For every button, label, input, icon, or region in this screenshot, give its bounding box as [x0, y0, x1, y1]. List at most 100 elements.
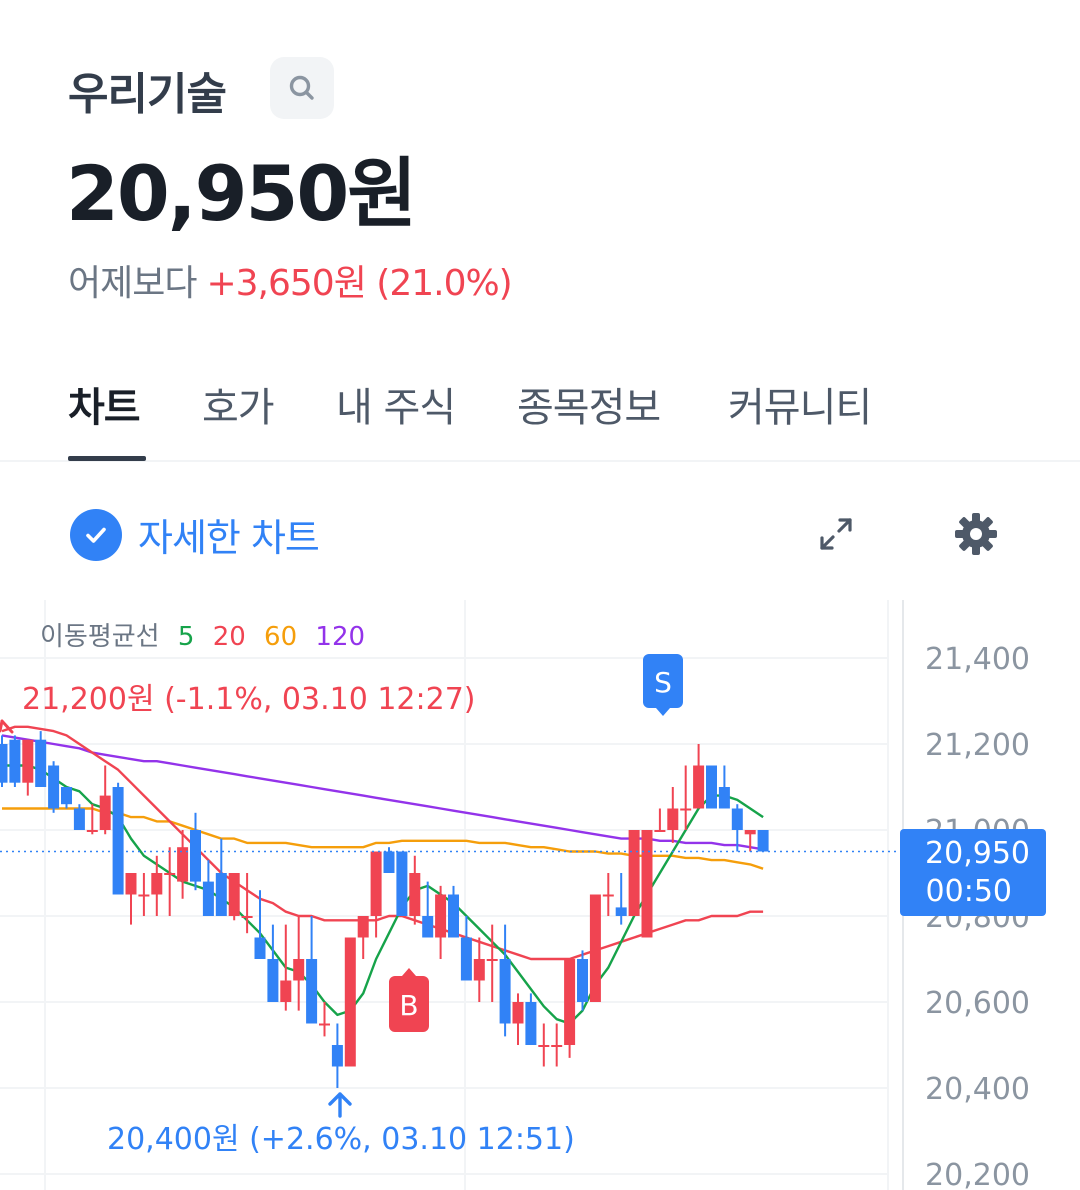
candle — [267, 924, 279, 1002]
y-tick-label: 20,600 — [925, 986, 1030, 1021]
candle-body — [499, 959, 511, 1024]
candle-body — [577, 959, 588, 1002]
checkbox[interactable] — [70, 508, 122, 561]
candle-body — [731, 808, 743, 830]
candle — [667, 787, 679, 843]
candle-body — [22, 739, 34, 783]
candle — [293, 916, 305, 1011]
chart-settings-button[interactable] — [950, 508, 1002, 560]
candle-body — [9, 739, 21, 783]
tab-my-stock[interactable]: 내 주식 — [336, 375, 456, 433]
candle-body — [460, 937, 472, 981]
candle-body — [190, 830, 201, 882]
candle — [499, 924, 511, 1037]
stock-name: 우리기술 — [68, 69, 227, 120]
candle — [409, 855, 421, 925]
candle — [202, 860, 214, 916]
tab-bar: 차트 호가 내 주식 종목정보 커뮤니티 — [0, 370, 1080, 462]
candle — [706, 765, 717, 809]
candle — [757, 830, 769, 852]
y-tick-label: 20,400 — [925, 1072, 1030, 1107]
candle-body — [73, 808, 85, 830]
buy-marker-label: B — [399, 989, 418, 1022]
tab-community[interactable]: 커뮤니티 — [728, 375, 872, 433]
tab-stock-info[interactable]: 종목정보 — [517, 375, 661, 433]
candle — [460, 916, 472, 981]
candle-body — [615, 907, 627, 916]
buy-marker[interactable]: B — [389, 968, 429, 1032]
candle-body — [293, 959, 305, 981]
candle — [564, 959, 576, 1058]
price-change: 어제보다 +3,650원 (21.0%) — [68, 254, 513, 306]
candle-body — [486, 959, 498, 961]
y-tick-label: 21,200 — [925, 728, 1030, 763]
candle — [680, 765, 692, 830]
candle — [48, 761, 60, 813]
candle-body — [641, 830, 653, 938]
candle — [164, 847, 176, 916]
candle-body — [409, 873, 421, 916]
candle-body — [667, 808, 679, 830]
expand-icon — [820, 518, 852, 550]
candle — [112, 782, 124, 895]
candles — [0, 731, 769, 1088]
price-chart[interactable]: 이동평균선 5 20 60 120 21,200원 (-1.1%, 03.10 … — [0, 600, 1080, 1190]
expand-button[interactable] — [812, 510, 860, 558]
tab-orderbook[interactable]: 호가 — [202, 375, 275, 433]
sell-marker[interactable]: S — [643, 654, 683, 716]
candle-body — [86, 830, 98, 832]
candle-body — [693, 765, 705, 809]
candle-body — [744, 830, 756, 835]
candle-body — [628, 830, 640, 916]
candle-body — [396, 851, 408, 916]
detailed-chart-toggle[interactable]: 자세한 차트 — [70, 507, 320, 562]
candle — [9, 735, 21, 787]
candle — [654, 808, 666, 832]
ma5-legend: 5 — [178, 622, 195, 652]
candle-body — [422, 916, 434, 938]
candle — [628, 830, 640, 916]
candle-body — [267, 959, 279, 1002]
current-price-badge: 20,950 00:50 — [900, 829, 1046, 916]
candle-body — [589, 894, 601, 1002]
current-price-label: 20,950 — [925, 836, 1030, 871]
candle-body — [151, 873, 163, 895]
candle-body — [125, 873, 137, 895]
candle-body — [512, 1002, 524, 1024]
candle — [693, 744, 705, 809]
candle — [538, 1023, 550, 1067]
candle-body — [564, 959, 576, 1045]
candle — [99, 765, 111, 835]
candle — [435, 885, 447, 959]
candle — [22, 739, 34, 796]
candle-body — [319, 1023, 330, 1026]
search-button[interactable] — [270, 57, 334, 119]
active-tab-indicator — [68, 456, 146, 461]
candle-body — [551, 1045, 563, 1047]
candle — [551, 1023, 563, 1067]
candle — [215, 838, 227, 916]
candle — [718, 765, 730, 809]
search-icon — [289, 75, 314, 100]
candle — [357, 916, 369, 959]
ma20-legend: 20 — [213, 622, 246, 652]
detailed-chart-label[interactable]: 자세한 차트 — [138, 507, 320, 562]
candle — [641, 830, 653, 938]
candle-body — [99, 795, 111, 830]
candle-body — [357, 916, 369, 938]
candle-body — [0, 744, 8, 783]
candle-body — [228, 873, 240, 916]
ma120-legend: 120 — [315, 622, 365, 652]
candle — [280, 924, 292, 1011]
high-annotation: 21,200원 (-1.1%, 03.10 12:27) — [22, 682, 476, 717]
candle-body — [177, 847, 189, 882]
low-annotation: 20,400원 (+2.6%, 03.10 12:51) — [107, 1122, 575, 1157]
change-value: +3,650원 (21.0%) — [206, 263, 512, 304]
tab-chart[interactable]: 차트 — [68, 375, 141, 433]
current-price-time: 00:50 — [926, 874, 1012, 909]
candle — [138, 873, 150, 916]
candle — [448, 885, 459, 938]
candle-body — [280, 980, 292, 1002]
candle-body — [525, 1002, 537, 1045]
candle-body — [448, 894, 459, 938]
